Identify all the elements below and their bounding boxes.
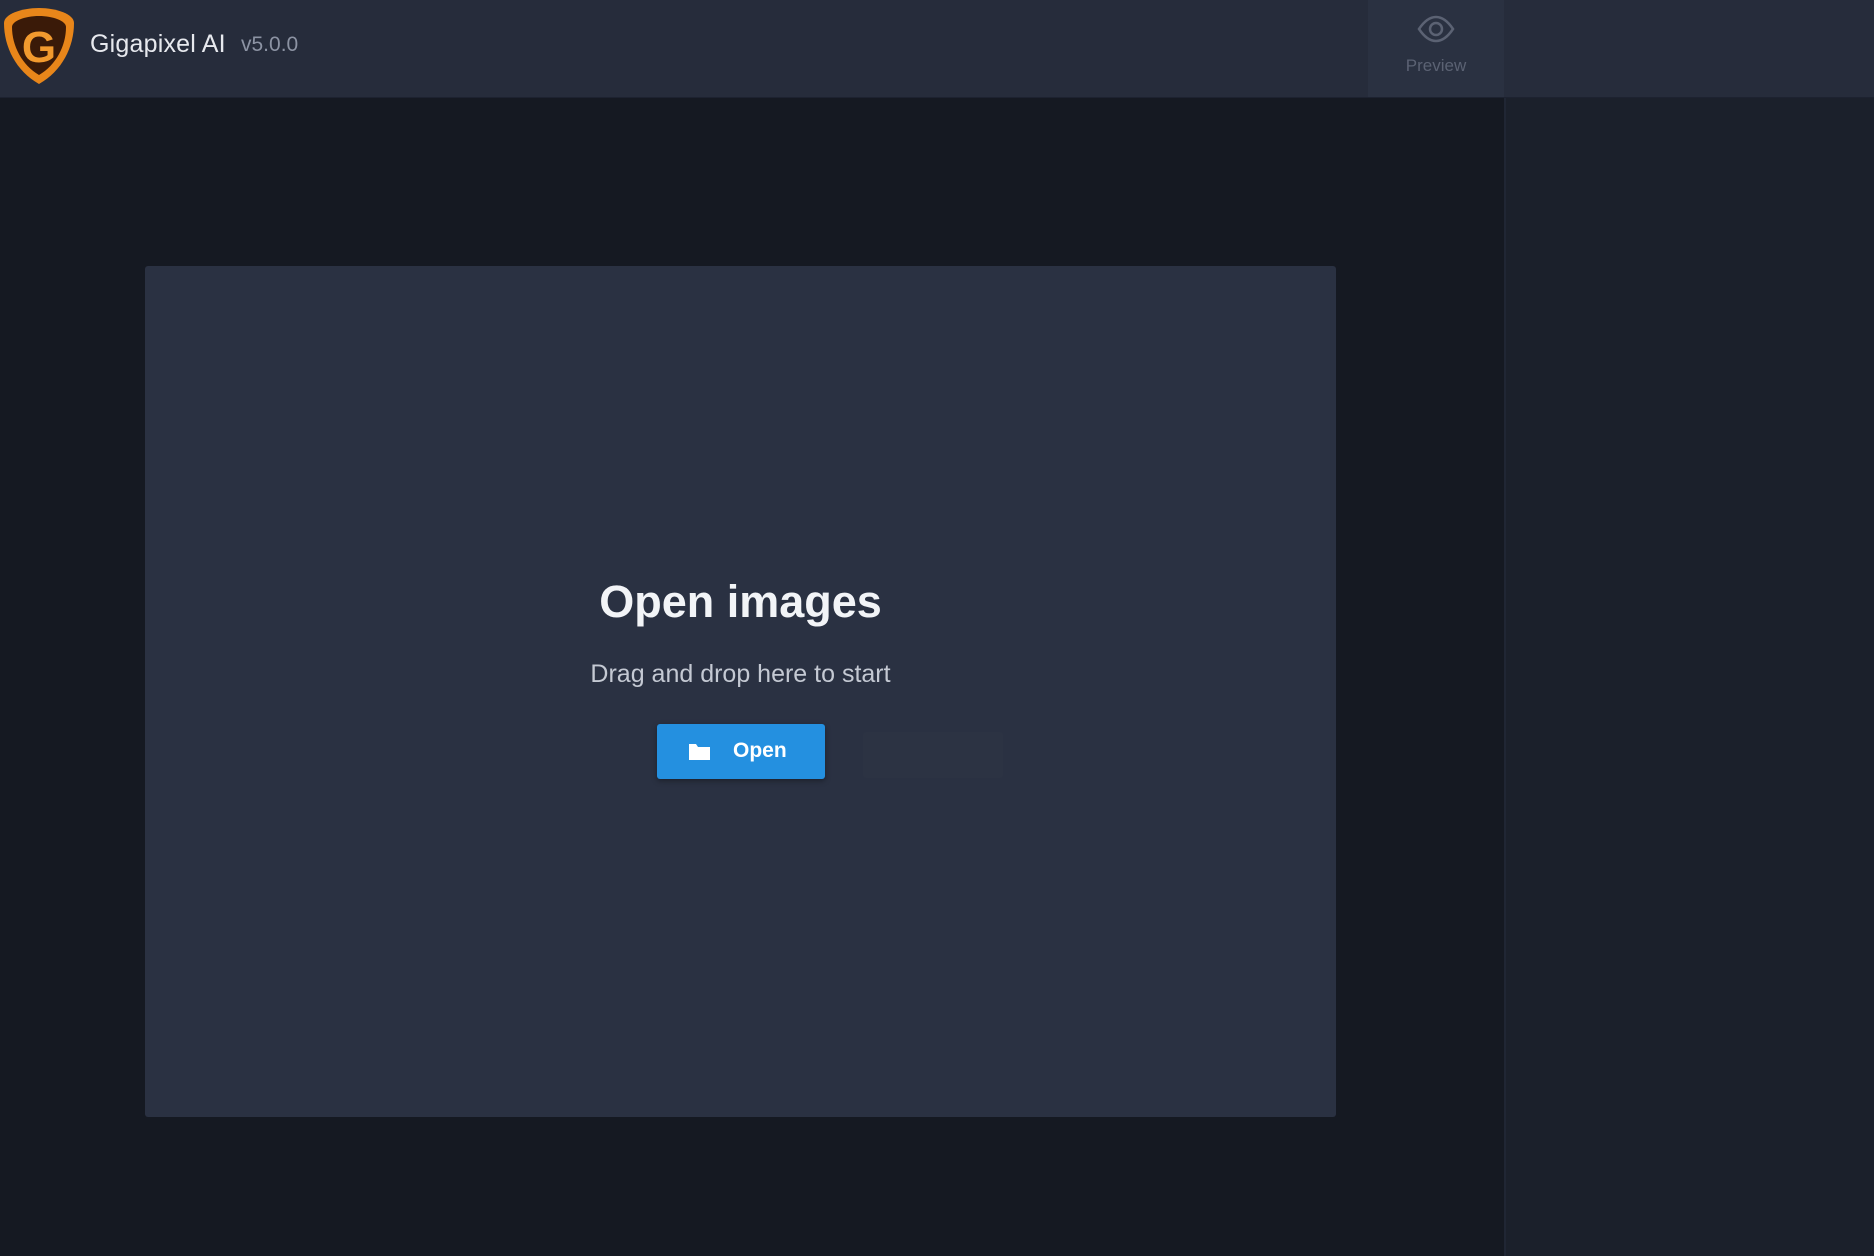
right-side-panel <box>1504 98 1874 1256</box>
open-button-label: Open <box>733 739 787 762</box>
secondary-placeholder <box>863 732 1003 778</box>
drop-zone[interactable]: Open images Drag and drop here to start … <box>145 266 1336 1117</box>
app-title: Gigapixel AI <box>90 30 226 58</box>
app-window: G Gigapixel AI v5.0.0 Preview Open image… <box>0 0 1874 1256</box>
top-bar: G Gigapixel AI v5.0.0 Preview <box>0 0 1874 98</box>
gigapixel-logo-icon: G <box>0 5 78 87</box>
open-button[interactable]: Open <box>657 724 825 779</box>
app-version: v5.0.0 <box>241 33 299 56</box>
preview-label: Preview <box>1405 56 1467 75</box>
folder-icon <box>688 741 711 762</box>
eye-icon <box>1416 14 1456 44</box>
svg-text:G: G <box>22 23 56 72</box>
dropzone-subtitle: Drag and drop here to start <box>590 660 891 688</box>
preview-button[interactable]: Preview <box>1368 0 1504 97</box>
dropzone-title: Open images <box>599 576 882 627</box>
